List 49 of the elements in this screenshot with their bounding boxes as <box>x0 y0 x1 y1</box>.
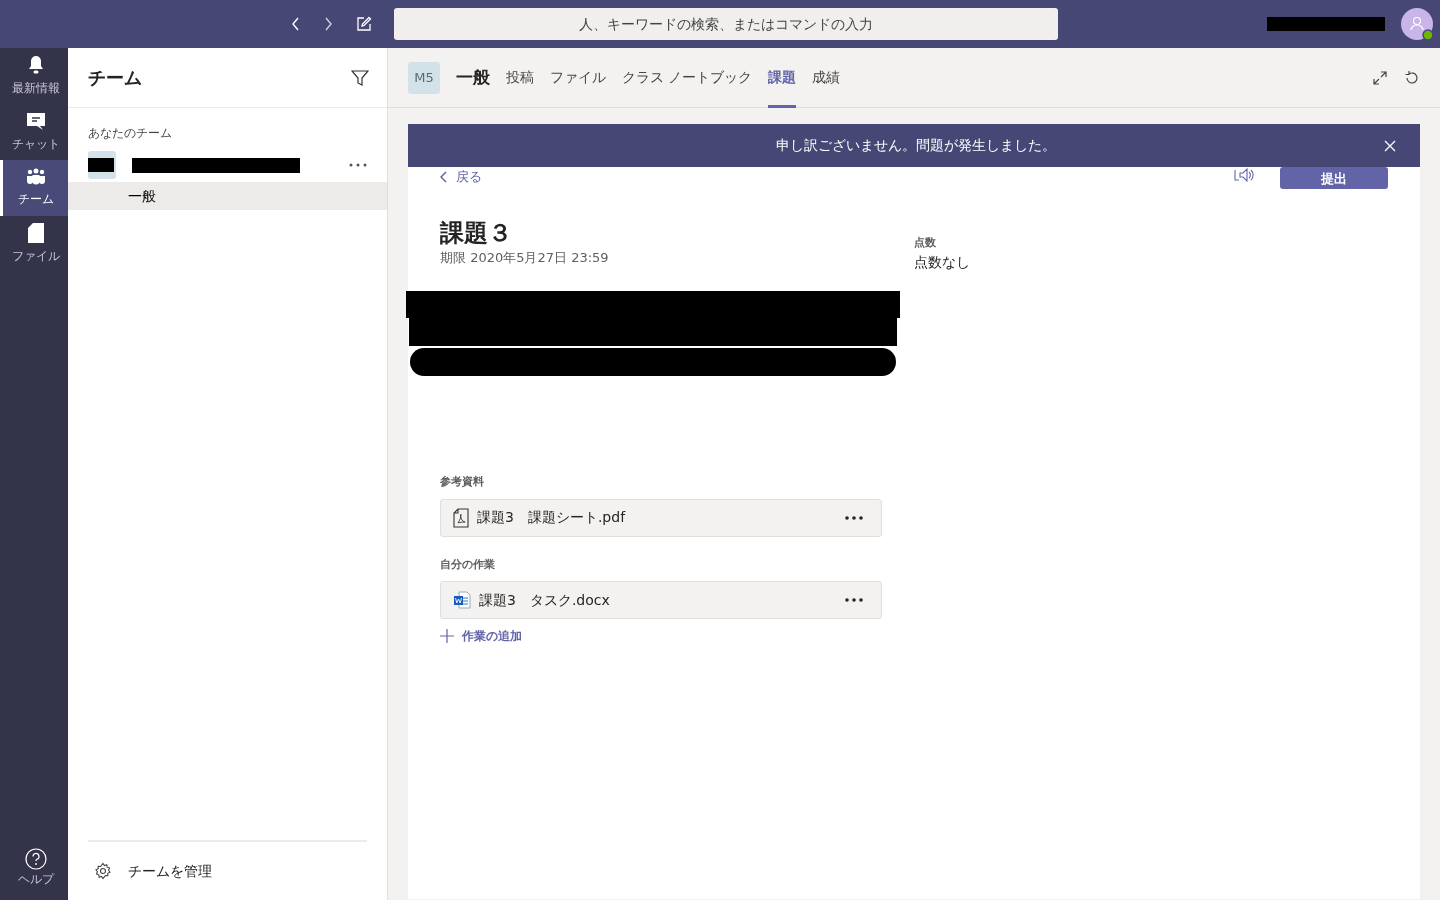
chevron-left-icon <box>440 170 448 183</box>
section-label: あなたのチーム <box>87 125 173 142</box>
points-label: 点数 <box>914 235 937 251</box>
file-attachment[interactable]: 課題3 課題シート.pdf <box>440 498 882 537</box>
add-work-link[interactable]: 作業の追加 <box>440 627 522 646</box>
banner-message: 申し訳ございません。問題が発生しました。 <box>775 136 1057 155</box>
close-icon[interactable] <box>1384 139 1396 152</box>
channel-tab[interactable]: 課題 <box>768 47 797 108</box>
section-label: 自分の作業 <box>440 556 496 573</box>
back-link[interactable]: 戻る <box>440 167 482 187</box>
rail-item[interactable]: チャット <box>0 104 68 160</box>
file-name: 課題3 課題シート.pdf <box>477 508 626 528</box>
section-label: 参考資料 <box>440 474 485 491</box>
more-icon[interactable] <box>349 163 367 167</box>
file-attachment[interactable]: 課題3 タスク.docx <box>440 581 882 620</box>
channel-tab[interactable]: 投稿 <box>506 47 534 108</box>
rail-item[interactable]: チーム <box>0 160 68 216</box>
expand-icon[interactable] <box>1372 69 1388 86</box>
channel-tab[interactable]: クラス ノートブック <box>622 47 753 108</box>
avatar-icon[interactable] <box>1401 7 1434 41</box>
help-icon <box>24 848 47 870</box>
manage-teams-link[interactable]: チームを管理 <box>128 860 212 882</box>
settings-icon[interactable] <box>94 862 112 880</box>
chat-icon <box>25 111 46 131</box>
rail-item[interactable]: ファイル <box>0 216 68 272</box>
bell-icon <box>26 55 45 75</box>
channel-item[interactable]: 一般 <box>68 182 387 210</box>
filter-icon[interactable] <box>351 68 369 87</box>
assignment-title: 課題３ <box>440 219 513 248</box>
channel-title: 一般 <box>456 65 490 89</box>
plus-icon <box>440 629 454 644</box>
rail-item[interactable]: 最新情報 <box>0 48 68 104</box>
channel-tab[interactable]: 成績 <box>812 47 841 108</box>
word-file-icon <box>453 591 471 610</box>
file-icon <box>27 223 44 243</box>
points-value: 点数なし <box>914 252 970 272</box>
speaker-icon[interactable] <box>1234 167 1256 183</box>
due-date: 期限 2020年5月27日 23:59 <box>440 248 610 267</box>
search-field[interactable]: 人、キーワードの検索、またはコマンドの入力 <box>394 8 1058 40</box>
file-name: 課題3 タスク.docx <box>479 590 610 610</box>
channel-avatar: M5 <box>408 61 440 94</box>
channel-tab[interactable]: ファイル <box>550 47 606 108</box>
refresh-icon[interactable] <box>1404 69 1420 86</box>
help-button[interactable]: ヘルプ <box>0 840 68 896</box>
team-avatar <box>88 151 116 179</box>
submit-button[interactable]: 提出 <box>1280 167 1388 189</box>
pdf-file-icon <box>453 507 469 528</box>
people-icon <box>25 168 46 186</box>
panel-title: チーム <box>88 66 142 90</box>
